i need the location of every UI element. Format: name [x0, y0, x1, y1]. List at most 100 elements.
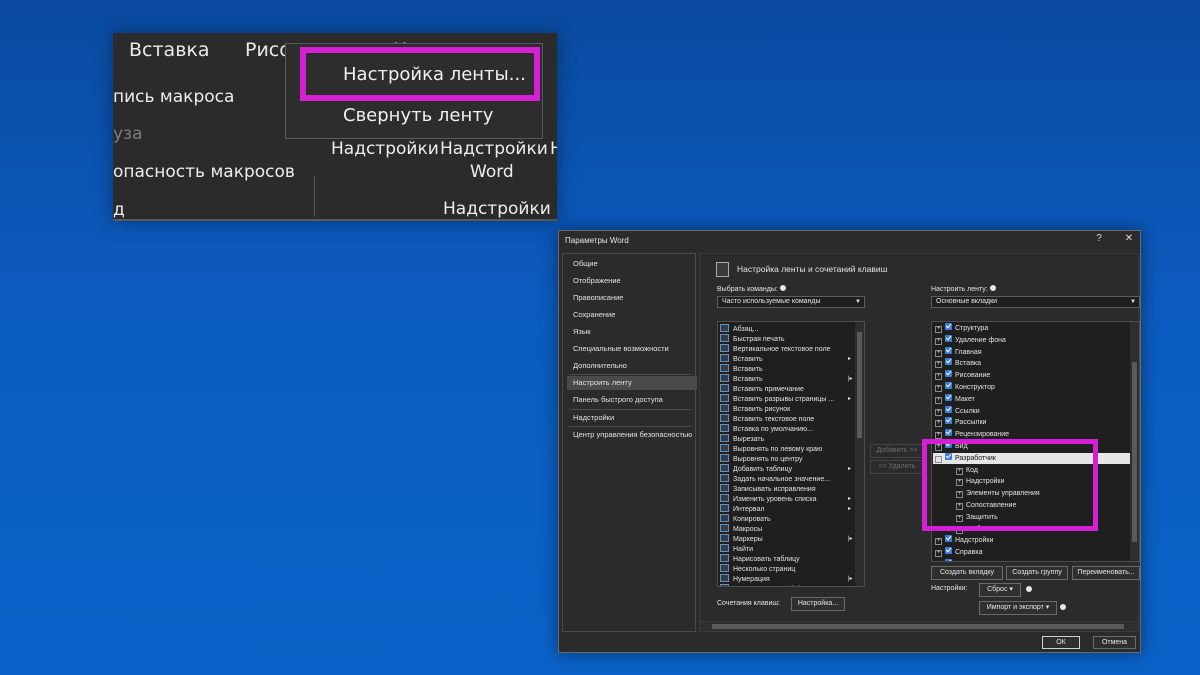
command-item[interactable]: Записывать исправления [720, 484, 816, 494]
command-item[interactable]: Вставить разрывы страницы ... ▸ [720, 394, 851, 404]
nav-addins[interactable]: Надстройки [567, 411, 697, 425]
command-item[interactable]: Вставить ▸ [720, 354, 851, 364]
tree-tab-item[interactable]: + Вставка [933, 358, 1132, 369]
command-item[interactable]: Нумерация |▸ [720, 574, 853, 584]
commands-list[interactable]: Абзац... Быстрая печать Вертикальное текст… [717, 321, 865, 587]
ok-button[interactable]: ОК [1042, 636, 1080, 649]
expand-icon[interactable]: + [935, 550, 942, 558]
tree-scrollbar[interactable] [1130, 322, 1139, 561]
checkbox[interactable] [945, 405, 952, 413]
checkbox[interactable] [945, 370, 952, 378]
command-item[interactable]: Маркеры |▸ [720, 534, 853, 544]
command-item[interactable]: Несколько страниц [720, 564, 795, 574]
nav-save[interactable]: Сохранение [567, 308, 697, 322]
new-tab-button[interactable]: Создать вкладку [931, 566, 1003, 580]
tree-tab-item[interactable]: + Справка [933, 547, 1132, 558]
checkbox[interactable] [945, 429, 952, 437]
command-item[interactable]: Вставить текстовое поле [720, 414, 814, 424]
panel-horizontal-scrollbar[interactable] [700, 621, 1138, 631]
expand-icon[interactable]: + [935, 349, 942, 357]
panel-hscroll-thumb[interactable] [712, 624, 1124, 629]
nav-customize-ribbon[interactable]: Настроить ленту [567, 376, 697, 390]
command-item[interactable]: Вставить рисунок [720, 404, 790, 414]
remove-button[interactable]: << Удалить [870, 460, 924, 474]
command-item[interactable]: Вставить примечание [720, 384, 804, 394]
command-item[interactable]: Интервал ▸ [720, 504, 851, 514]
nav-advanced[interactable]: Дополнительно [567, 359, 697, 373]
addins-button[interactable]: Надстройки [331, 139, 439, 159]
expand-icon[interactable]: + [935, 396, 942, 404]
tree-tab-item[interactable]: + Рисование [933, 370, 1132, 381]
checkbox[interactable] [945, 358, 952, 366]
tree-tab-item[interactable]: + Макет [933, 393, 1132, 405]
command-item[interactable]: Абзац... [720, 324, 758, 334]
checkbox[interactable] [945, 334, 952, 342]
expand-icon[interactable]: + [935, 326, 942, 333]
nav-language[interactable]: Язык [567, 325, 697, 339]
checkbox[interactable] [945, 382, 952, 389]
new-group-button[interactable]: Создать группу [1006, 566, 1068, 580]
expand-icon[interactable]: + [935, 408, 942, 416]
addins-button-partial[interactable]: Н [550, 139, 557, 159]
expand-icon[interactable]: + [935, 337, 942, 345]
expand-icon[interactable]: + [935, 373, 942, 381]
add-button[interactable]: Добавить >> [870, 444, 924, 458]
cancel-button[interactable]: Отмена [1093, 636, 1136, 649]
command-item[interactable]: Вырезать [720, 434, 764, 444]
tree-tab-item[interactable]: + Конструктор [933, 382, 1132, 393]
import-export-dropdown[interactable]: Импорт и экспорт ▾ [979, 601, 1057, 615]
collapse-ribbon-menu-item[interactable]: Свернуть ленту [343, 105, 493, 126]
word-addins-button-line2[interactable]: Word [470, 162, 514, 182]
nav-display[interactable]: Отображение [567, 274, 697, 288]
macro-security-button[interactable]: опасность макросов [113, 162, 295, 182]
tree-tab-item[interactable]: + Структура [933, 323, 1132, 334]
close-icon[interactable]: ✕ [1119, 233, 1139, 249]
checkbox[interactable] [945, 559, 952, 561]
tree-scroll-thumb[interactable] [1132, 362, 1137, 542]
checkbox[interactable] [945, 535, 952, 543]
pause-button[interactable]: уза [113, 124, 143, 144]
checkbox[interactable] [945, 346, 952, 354]
nav-trust-center[interactable]: Центр управления безопасностью [567, 428, 697, 442]
record-macro-button[interactable]: пись макроса [113, 87, 234, 107]
checkbox[interactable] [945, 417, 952, 425]
command-item[interactable]: Быстрая печать [720, 334, 785, 344]
expand-icon[interactable]: + [935, 420, 942, 428]
help-button[interactable]: ? [1089, 233, 1109, 249]
command-item[interactable]: Макросы [720, 524, 762, 534]
commands-scrollbar[interactable] [855, 322, 864, 586]
nav-general[interactable]: Общие [567, 257, 697, 271]
command-item[interactable]: Копировать [720, 514, 771, 524]
command-item[interactable]: Выровнять по левому краю [720, 444, 822, 454]
checkbox[interactable] [945, 547, 952, 555]
commands-scroll-thumb[interactable] [857, 332, 862, 438]
command-item[interactable]: Определить новый формат... [720, 584, 827, 586]
nav-accessibility[interactable]: Специальные возможности [567, 342, 697, 356]
tree-tab-item[interactable]: + Рассылки [933, 417, 1132, 428]
command-item[interactable]: Нарисовать таблицу [720, 554, 800, 564]
tree-tab-item[interactable]: +WPS PDF [933, 559, 1132, 561]
command-item[interactable]: Изменить уровень списка ▸ [720, 494, 851, 504]
word-addins-button-line1[interactable]: Надстройки [440, 139, 548, 159]
expand-icon[interactable]: + [935, 385, 942, 392]
reset-dropdown[interactable]: Сброс ▾ [979, 583, 1021, 597]
checkbox[interactable] [945, 323, 952, 330]
rename-button[interactable]: Переименовать... [1072, 566, 1140, 580]
command-item[interactable]: Найти [720, 544, 753, 554]
command-item[interactable]: Вставить [720, 364, 763, 374]
tree-tab-item[interactable]: + Удаление фона [933, 334, 1132, 346]
command-item[interactable]: Добавить таблицу ▸ [720, 464, 851, 474]
customize-shortcuts-button[interactable]: Настройка... [791, 597, 845, 611]
command-item[interactable]: Вертикальное текстовое поле [720, 344, 830, 354]
command-item[interactable]: Вставка по умолчанию... [720, 424, 813, 434]
choose-commands-dropdown[interactable]: Часто используемые команды ▼ [717, 296, 865, 308]
tree-tab-item[interactable]: + Главная [933, 346, 1132, 358]
customize-ribbon-dropdown[interactable]: Основные вкладки ▼ [931, 296, 1140, 308]
checkbox[interactable] [945, 393, 952, 401]
expand-icon[interactable]: + [935, 538, 942, 546]
expand-icon[interactable]: + [935, 361, 942, 369]
command-item[interactable]: Выровнять по центру [720, 454, 803, 464]
command-item[interactable]: Вставить |▸ [720, 374, 853, 384]
tree-tab-item[interactable]: + Ссылки [933, 405, 1132, 417]
tab-insert[interactable]: Вставка [129, 39, 210, 61]
